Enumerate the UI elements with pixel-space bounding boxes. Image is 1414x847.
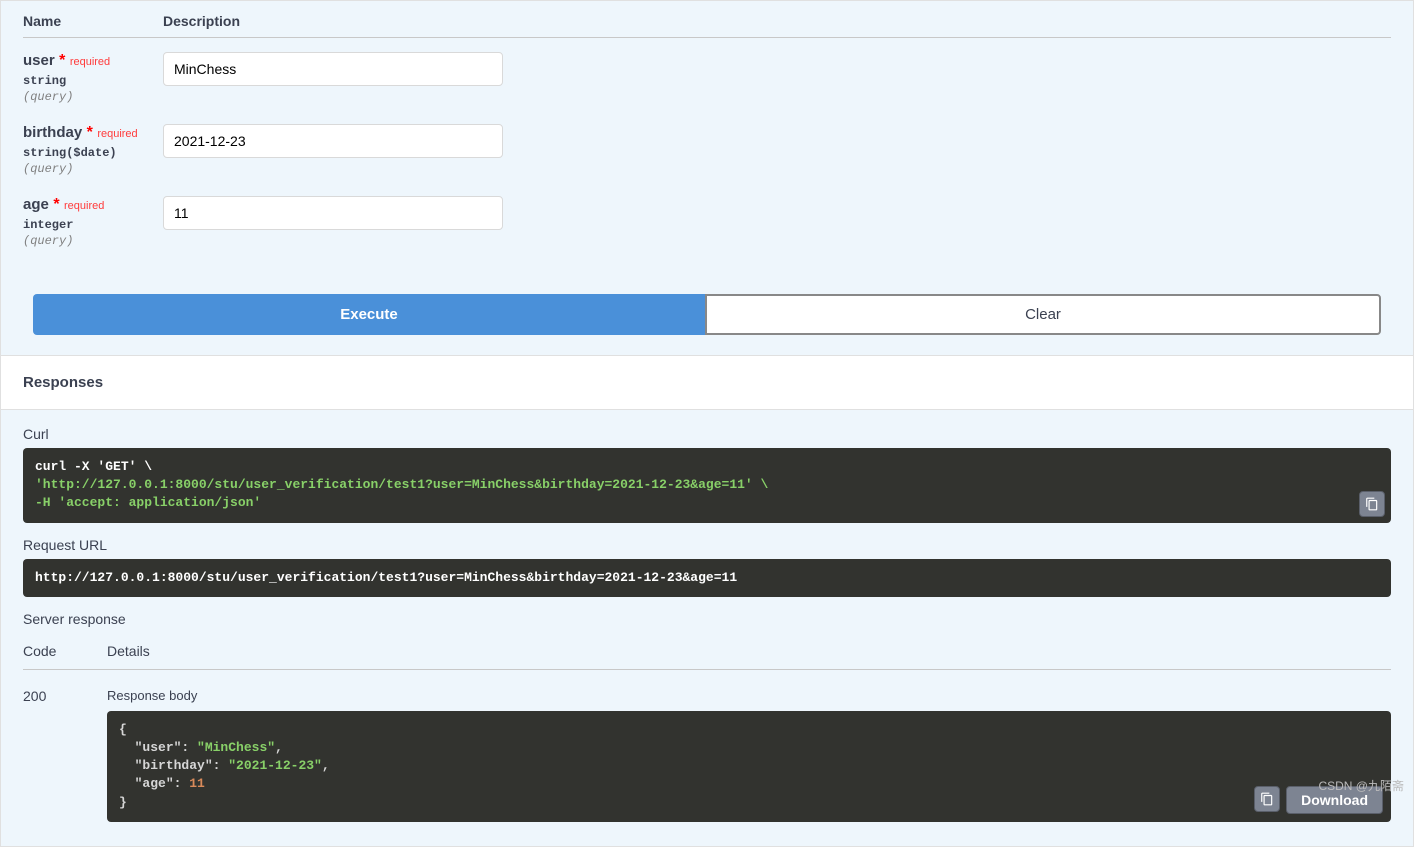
param-type: string	[23, 74, 163, 88]
server-response-label: Server response	[23, 611, 1391, 627]
status-code: 200	[23, 688, 107, 836]
param-in: (query)	[23, 162, 163, 176]
age-input[interactable]	[163, 196, 503, 230]
response-row: 200 Response body { "user": "MinChess", …	[23, 670, 1391, 836]
copy-curl-button[interactable]	[1359, 491, 1385, 517]
action-buttons: Execute Clear	[23, 294, 1391, 335]
copy-response-button[interactable]	[1254, 786, 1280, 812]
required-label: required	[97, 128, 137, 140]
param-in: (query)	[23, 234, 163, 248]
param-table-header: Name Description	[23, 13, 1391, 38]
curl-block: curl -X 'GET' \ 'http://127.0.0.1:8000/s…	[23, 448, 1391, 523]
clear-button[interactable]: Clear	[705, 294, 1381, 335]
response-table-header: Code Details	[23, 633, 1391, 670]
required-label: required	[64, 200, 104, 212]
parameters-section: Name Description user * required string …	[0, 0, 1414, 356]
clipboard-icon	[1365, 497, 1379, 511]
required-star: *	[59, 52, 70, 69]
birthday-input[interactable]	[163, 124, 503, 158]
param-name: age	[23, 196, 49, 213]
required-star: *	[53, 196, 64, 213]
curl-label: Curl	[23, 426, 1391, 442]
request-url-block: http://127.0.0.1:8000/stu/user_verificat…	[23, 559, 1391, 597]
header-description: Description	[163, 13, 240, 29]
response-body-block: { "user": "MinChess", "birthday": "2021-…	[107, 711, 1391, 822]
header-name: Name	[23, 13, 163, 29]
required-star: *	[87, 124, 98, 141]
responses-section: Curl curl -X 'GET' \ 'http://127.0.0.1:8…	[0, 410, 1414, 847]
details-header: Details	[107, 643, 150, 659]
responses-title: Responses	[0, 356, 1414, 410]
param-name: birthday	[23, 124, 82, 141]
execute-button[interactable]: Execute	[33, 294, 705, 335]
param-row-user: user * required string (query)	[23, 38, 1391, 110]
user-input[interactable]	[163, 52, 503, 86]
request-url-label: Request URL	[23, 537, 1391, 553]
param-row-birthday: birthday * required string($date) (query…	[23, 110, 1391, 182]
param-in: (query)	[23, 90, 163, 104]
param-type: string($date)	[23, 146, 163, 160]
required-label: required	[70, 56, 110, 68]
code-header: Code	[23, 643, 107, 659]
param-name: user	[23, 52, 55, 69]
clipboard-icon	[1260, 792, 1274, 806]
param-row-age: age * required integer (query)	[23, 182, 1391, 254]
param-type: integer	[23, 218, 163, 232]
response-body-label: Response body	[107, 688, 1391, 703]
